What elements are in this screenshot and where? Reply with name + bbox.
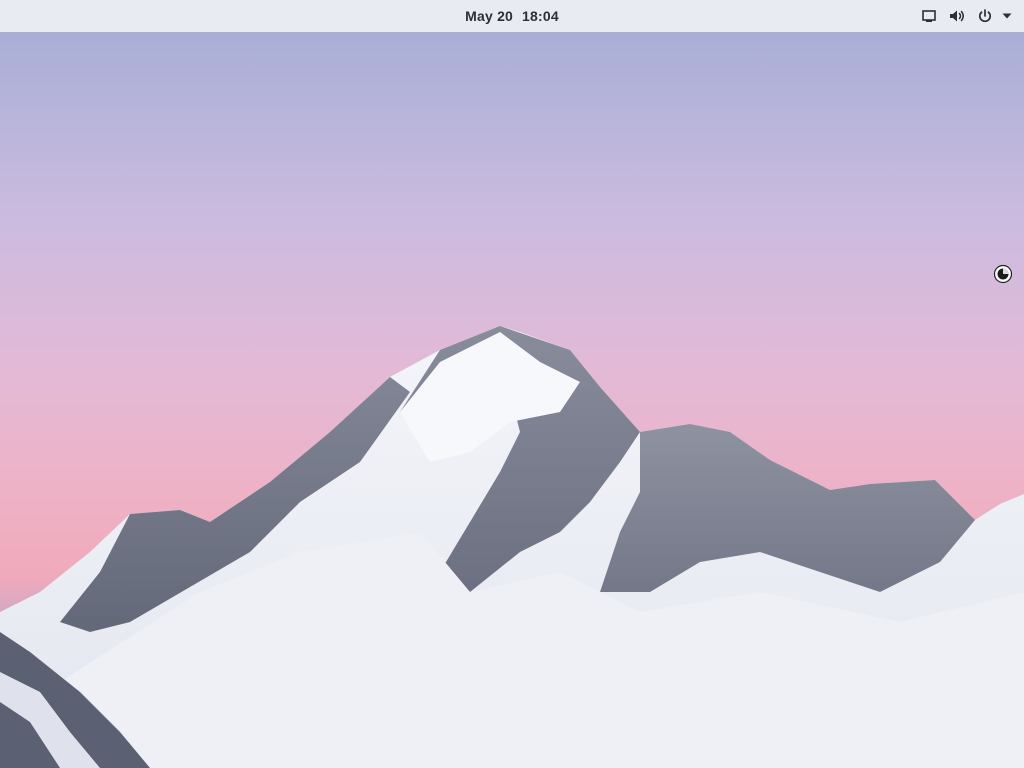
clock-button[interactable]: May 20 18:04 (0, 0, 1024, 32)
screen-icon[interactable] (918, 5, 940, 27)
busy-cursor-icon (993, 264, 1013, 284)
desktop-screen: May 20 18:04 (0, 0, 1024, 768)
top-bar: May 20 18:04 (0, 0, 1024, 32)
menu-arrow-icon[interactable] (1000, 5, 1014, 27)
system-status-menu[interactable] (912, 0, 1014, 32)
clock-date: May 20 (465, 8, 514, 24)
desktop-wallpaper (0, 32, 1024, 768)
volume-icon[interactable] (946, 5, 968, 27)
power-icon[interactable] (974, 5, 996, 27)
clock-time: 18:04 (522, 8, 559, 24)
